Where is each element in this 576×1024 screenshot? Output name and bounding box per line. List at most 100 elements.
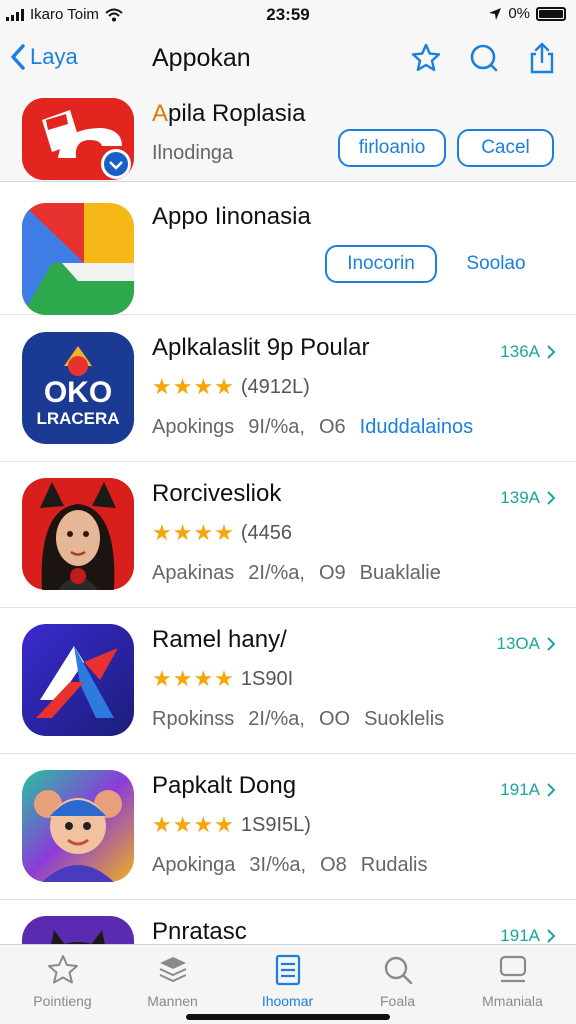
- app-icon: OKO LRACERA: [22, 332, 134, 444]
- tray-icon: [499, 955, 526, 983]
- get-button[interactable]: firloanio: [338, 129, 446, 167]
- chevron-right-icon: [547, 929, 556, 943]
- rating-stars: ★★★★: [152, 520, 235, 545]
- share-icon: [530, 42, 554, 74]
- price-label: 191A: [500, 926, 540, 945]
- app-meta: Apokinga 3I/%a, O8 Rudalis: [152, 854, 428, 877]
- featured-app-2[interactable]: Appo Iinonasia Inocorin Soolao: [0, 183, 576, 315]
- chevron-right-icon: [547, 783, 556, 797]
- tab-label: Pointieng: [33, 993, 92, 1009]
- meta-label: Rpokinss: [152, 708, 235, 730]
- app-row[interactable]: Rorcivesliok ★★★★ (4456 Apakinas 2I/%a, …: [0, 462, 576, 608]
- featured-app-1[interactable]: Apila Roplasia Ilnodinga firloanio Cacel: [0, 90, 576, 182]
- app-row[interactable]: Papkalt Dong ★★★★ 1S9I5L) Apokinga 3I/%a…: [0, 754, 576, 900]
- tab-label: Mmaniala: [482, 993, 543, 1009]
- svg-text:OKO: OKO: [44, 376, 112, 409]
- status-right: 0%: [488, 5, 566, 22]
- favorite-button[interactable]: [410, 42, 442, 74]
- navigation-bar: Laya Appokan: [0, 30, 576, 90]
- meta-age: OO: [318, 708, 351, 730]
- mascot-icon: [22, 770, 134, 882]
- star-icon: [47, 955, 78, 984]
- back-button[interactable]: Laya: [8, 42, 78, 72]
- tab-featured[interactable]: Pointieng: [5, 953, 120, 1009]
- tab-search[interactable]: Foala: [340, 953, 455, 1009]
- meta-size: 2I/%a,: [248, 708, 305, 730]
- rating-stars: ★★★★: [152, 812, 235, 837]
- app-icon: [22, 770, 134, 882]
- secondary-button[interactable]: Soolao: [448, 245, 544, 283]
- search-icon: [470, 44, 498, 72]
- search-button[interactable]: [468, 42, 500, 74]
- rating-count: (4912L): [240, 375, 310, 398]
- meta-size: 2I/%a,: [248, 562, 305, 584]
- rating-stars: ★★★★: [152, 374, 235, 399]
- chevron-right-icon: [547, 491, 556, 505]
- star-icon: [411, 43, 441, 71]
- stack-icon: [159, 957, 186, 983]
- price-button[interactable]: 136A: [500, 342, 556, 362]
- meta-label: Apokinga: [152, 854, 236, 876]
- price-button[interactable]: 191A: [500, 780, 556, 800]
- svg-text:LRACERA: LRACERA: [36, 409, 119, 428]
- category-label: Suoklelis: [364, 708, 445, 730]
- tab-bar: Pointieng Mannen Ihoomar Foala Mmaniala: [0, 944, 576, 1024]
- back-label: Laya: [30, 44, 78, 69]
- meta-age: O6: [318, 416, 346, 438]
- status-bar: Ikaro Toim 23:59 0%: [0, 0, 576, 30]
- app-subtitle: Ilnodinga: [152, 142, 234, 164]
- app-row[interactable]: Pnratasc 191A: [0, 900, 576, 960]
- app-meta: Apokings 9I/%a, O6 Iduddalainos: [152, 416, 473, 439]
- price-button[interactable]: 139A: [500, 488, 556, 508]
- rating-count: 1S9I5L): [240, 813, 311, 836]
- app-name: Apila Roplasia: [152, 100, 305, 128]
- chevron-right-icon: [547, 637, 556, 651]
- app-name-rest: pila Roplasia: [168, 100, 306, 127]
- app-icon: [22, 478, 134, 590]
- app-logo-icon: [22, 98, 134, 180]
- search-icon: [384, 956, 412, 985]
- rating-count: 1S90I: [240, 667, 294, 690]
- meta-label: Apakinas: [152, 562, 235, 584]
- share-button[interactable]: [526, 42, 558, 74]
- price-label: 139A: [500, 488, 540, 507]
- app-logo-icon: [22, 203, 134, 315]
- chevron-left-icon: [11, 44, 25, 70]
- tab-updates[interactable]: Mmaniala: [455, 953, 570, 1009]
- price-button[interactable]: 13OA: [497, 634, 556, 654]
- category-label: Rudalis: [360, 854, 428, 876]
- app-name: Pnratasc: [152, 918, 247, 945]
- price-button[interactable]: 191A: [500, 926, 556, 946]
- app-icon: [22, 98, 134, 180]
- meta-age: O9: [318, 562, 346, 584]
- app-logo-icon: [22, 624, 134, 736]
- app-row[interactable]: OKO LRACERA Aplkalaslit 9p Poular ★★★★ (…: [0, 316, 576, 462]
- nav-actions: [410, 42, 558, 74]
- app-rating: ★★★★ 1S9I5L): [152, 812, 311, 838]
- home-indicator[interactable]: [186, 1014, 390, 1020]
- app-name-initial: A: [152, 100, 169, 127]
- page-title: Appokan: [152, 44, 251, 72]
- category-label: Buaklalie: [359, 562, 441, 584]
- tab-label: Mannen: [147, 993, 198, 1009]
- rating-count: (4456: [240, 521, 293, 544]
- avatar-icon: [22, 478, 134, 590]
- meta-size: 3I/%a,: [249, 854, 307, 876]
- rating-stars: ★★★★: [152, 666, 235, 691]
- app-name: Ramel hany/: [152, 626, 287, 653]
- app-name: Papkalt Dong: [152, 772, 297, 799]
- tab-top-charts[interactable]: Ihoomar: [230, 953, 345, 1009]
- app-meta: Rpokinss 2I/%a, OO Suoklelis: [152, 708, 444, 731]
- tab-label: Foala: [379, 993, 416, 1009]
- app-rating: ★★★★ 1S90I: [152, 666, 293, 692]
- app-icon: [22, 624, 134, 736]
- install-button[interactable]: Inocorin: [325, 245, 437, 283]
- tab-categories[interactable]: Mannen: [115, 953, 230, 1009]
- category-link[interactable]: Iduddalainos: [360, 416, 473, 439]
- app-logo-icon: OKO LRACERA: [22, 332, 134, 444]
- meta-size: 9I/%a,: [248, 416, 305, 438]
- price-label: 136A: [500, 342, 540, 361]
- cancel-button[interactable]: Cacel: [457, 129, 554, 167]
- app-row[interactable]: Ramel hany/ ★★★★ 1S90I Rpokinss 2I/%a, O…: [0, 608, 576, 754]
- battery-percent: 0%: [508, 5, 530, 22]
